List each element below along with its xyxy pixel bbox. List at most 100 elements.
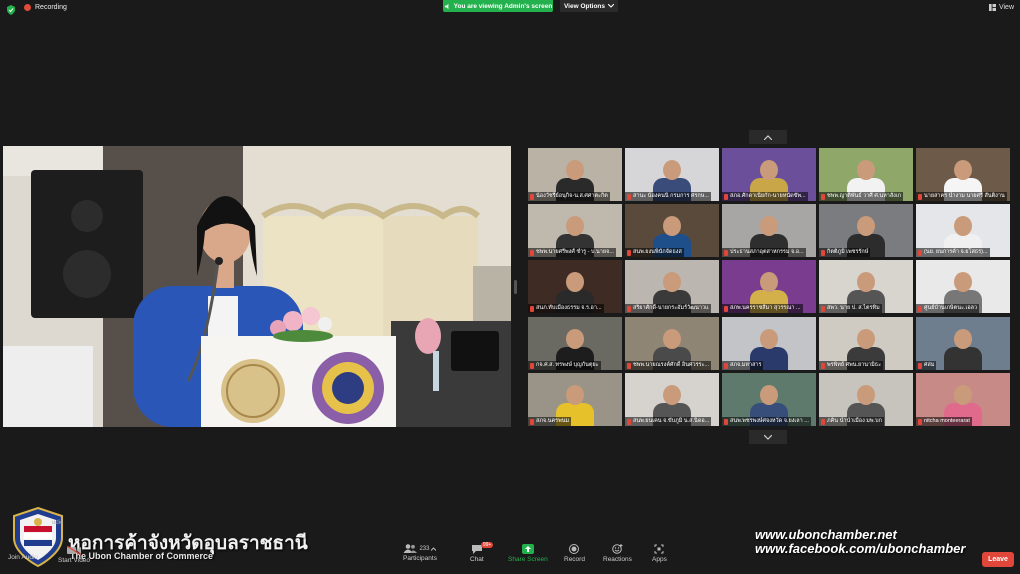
join-audio-button[interactable]: Join Audio bbox=[8, 554, 38, 561]
participant-face bbox=[663, 272, 681, 292]
participant-name: สภจ.นครพนม bbox=[528, 417, 572, 426]
participant-name-label: (นย. ยนการค้า จ.ยโสธร)... bbox=[924, 249, 988, 255]
participant-name: ชพพ.ญาติพันธ์ วาศี ศ.นหาสังเก bbox=[819, 192, 904, 201]
muted-mic-icon bbox=[821, 418, 825, 425]
participant-face bbox=[566, 216, 584, 236]
muted-mic-icon bbox=[530, 362, 534, 369]
participant-body bbox=[944, 347, 982, 370]
participant-tile[interactable]: สนภ.ทับเมืองธรรม จ.ร.อา... bbox=[528, 260, 622, 313]
participant-tile[interactable]: สภจ.นครพนม bbox=[528, 373, 622, 426]
muted-mic-icon bbox=[627, 193, 631, 200]
record-button[interactable]: Record bbox=[564, 544, 585, 563]
participant-face bbox=[760, 329, 778, 349]
participant-tile[interactable]: กจ.ศ.ส. ทรพงษ์ บุญกันตุยะ bbox=[528, 317, 622, 370]
leave-button[interactable]: Leave bbox=[982, 552, 1014, 567]
chevron-up-icon[interactable] bbox=[431, 546, 437, 551]
participant-name-label: ภคิน นำนำเมือง มพ.บก bbox=[827, 418, 882, 424]
security-shield-icon[interactable] bbox=[6, 5, 16, 15]
viewing-banner-label: You are viewing Admin's screen bbox=[453, 2, 553, 10]
participant-tile[interactable]: กิตติภูมิ เพชรรักษ์ bbox=[819, 204, 913, 257]
participant-tile[interactable]: พรพิทย์ ศพน.ยานามิธะ bbox=[819, 317, 913, 370]
participant-tile[interactable]: ศูนย์บ้านเกษิตนะ.เอลว bbox=[916, 260, 1010, 313]
view-options-button[interactable]: View Options bbox=[560, 0, 618, 12]
participant-face bbox=[760, 385, 778, 405]
participant-tile[interactable]: สภพ.นครราชสีมา สุวรรณา ... bbox=[722, 260, 816, 313]
muted-mic-icon bbox=[918, 249, 922, 256]
active-speaker-video[interactable] bbox=[3, 146, 511, 427]
participant-tile[interactable]: (นย. ยนการค้า จ.ยโสธร)... bbox=[916, 204, 1010, 257]
participant-face bbox=[566, 160, 584, 180]
participant-tile[interactable]: สภจ.มหาสาร bbox=[722, 317, 816, 370]
chat-unread-badge: 99+ bbox=[480, 542, 494, 548]
participant-face bbox=[954, 272, 972, 292]
muted-mic-icon bbox=[724, 362, 728, 369]
participant-gallery: น้องวัชรีย์อนุกิจ-น.ส.ศศาตะกิต สานะ น้องค… bbox=[528, 148, 1010, 426]
participant-face bbox=[566, 385, 584, 405]
participant-tile[interactable]: nitcha monteerarat bbox=[916, 373, 1010, 426]
muted-mic-icon bbox=[918, 362, 922, 369]
share-screen-icon bbox=[521, 544, 534, 554]
participant-name-label: สริยาศักดิ์-นายกระอัมร์วัฒนาวแ bbox=[633, 305, 709, 311]
participant-tile[interactable]: ชพพ.นายศรีพงศ์ ชำรู - บ.นายจ... bbox=[528, 204, 622, 257]
participant-tile[interactable]: นายสาคร นำงาม นายศรี สันติงาน bbox=[916, 148, 1010, 201]
participant-tile[interactable]: ชพพ.ญาติพันธ์ วาศี ศ.นหาสังเก bbox=[819, 148, 913, 201]
view-button[interactable]: View bbox=[988, 4, 1014, 11]
participant-tile[interactable]: ชพพ.นายณรงค์ศักดิ์ อินศวรระ... bbox=[625, 317, 719, 370]
participant-name: สนภ.ทับเมืองธรรม จ.ร.อา... bbox=[528, 304, 604, 313]
reactions-button[interactable]: Reactions bbox=[603, 544, 632, 563]
participant-tile[interactable]: ศสม bbox=[916, 317, 1010, 370]
gallery-prev-button[interactable] bbox=[749, 130, 787, 144]
participant-name: ชพพ.นายณรงค์ศักดิ์ อินศวรระ... bbox=[625, 361, 712, 370]
participant-tile[interactable]: สนพ.ยนเคน จ.ขับภูมิ น.ส.นิดอ... bbox=[625, 373, 719, 426]
reactions-label: Reactions bbox=[603, 556, 632, 563]
participant-name: สานะ น้องคนนิ กรมการ ศรกษ... bbox=[625, 192, 711, 201]
panel-resize-handle[interactable] bbox=[514, 280, 517, 294]
participant-name: พรพิทย์ ศพน.ยานามิธะ bbox=[819, 361, 884, 370]
muted-mic-icon bbox=[530, 418, 534, 425]
participant-tile[interactable]: ประธานสภาอุตสาหกรรม จ.อ... bbox=[722, 204, 816, 257]
recording-label: Recording bbox=[35, 4, 67, 11]
participants-button[interactable]: 233 Participants bbox=[403, 544, 437, 562]
participant-face bbox=[954, 385, 972, 405]
participants-label: Participants bbox=[403, 555, 437, 562]
recording-indicator[interactable]: Recording bbox=[24, 4, 67, 11]
participant-tile[interactable]: ภคิน นำนำเมือง มพ.บก bbox=[819, 373, 913, 426]
participant-face bbox=[857, 329, 875, 349]
start-video-button[interactable]: Start Video bbox=[58, 546, 90, 564]
participant-face bbox=[857, 272, 875, 292]
recording-dot-icon bbox=[24, 4, 31, 11]
share-screen-button[interactable]: Share Screen bbox=[508, 544, 548, 563]
start-video-label: Start Video bbox=[58, 557, 91, 564]
speaker-icon bbox=[444, 3, 449, 9]
muted-mic-icon bbox=[724, 249, 728, 256]
participant-tile[interactable]: สพว. นาย ป. ส.ไตรทิม bbox=[819, 260, 913, 313]
participant-name-label: น้องวัชรีย์อนุกิจ-น.ส.ศศาตะกิต bbox=[536, 193, 608, 199]
participant-name: สนพ.ยนเคน จ.ขับภูมิ น.ส.นิดอ... bbox=[625, 417, 712, 426]
meeting-toolbar: Join Audio Start Video 233 Participants … bbox=[0, 540, 1020, 574]
participant-face bbox=[857, 160, 875, 180]
participant-name-label: สภพ.นครราชสีมา สุวรรณา ... bbox=[730, 305, 801, 311]
participant-tile[interactable]: น้องวัชรีย์อนุกิจ-น.ส.ศศาตะกิต bbox=[528, 148, 622, 201]
participant-tile[interactable]: สริยาศักดิ์-นายกระอัมร์วัฒนาวแ bbox=[625, 260, 719, 313]
participant-face bbox=[954, 329, 972, 349]
speaker-scene bbox=[3, 146, 511, 427]
muted-mic-icon bbox=[530, 249, 534, 256]
participant-tile[interactable]: สานะ น้องคนนิ กรมการ ศรกษ... bbox=[625, 148, 719, 201]
participant-tile[interactable]: สภอ.ศักดาเนียกัก-นายหนัดขัพ... bbox=[722, 148, 816, 201]
muted-mic-icon bbox=[918, 418, 922, 425]
gallery-next-button[interactable] bbox=[749, 430, 787, 444]
chat-button[interactable]: 99+ Chat bbox=[470, 542, 494, 563]
record-icon bbox=[569, 544, 580, 554]
video-camera-icon bbox=[67, 546, 82, 555]
chevron-down-icon bbox=[608, 4, 615, 8]
participants-icon bbox=[403, 544, 418, 553]
muted-mic-icon bbox=[918, 193, 922, 200]
muted-mic-icon bbox=[627, 362, 631, 369]
participant-tile[interactable]: สนพ.พชรพงษ์ศจงหวัด จ.ยงเลา ... bbox=[722, 373, 816, 426]
muted-mic-icon bbox=[530, 193, 534, 200]
apps-button[interactable]: Apps bbox=[652, 544, 667, 563]
participant-tile[interactable]: สนพ.ยงนพินักจัดธงส bbox=[625, 204, 719, 257]
muted-mic-icon bbox=[627, 249, 631, 256]
participant-name-label: ประธานสภาอุตสาหกรรม จ.อ... bbox=[730, 249, 804, 255]
participant-name-label: สนพ.ยนเคน จ.ขับภูมิ น.ส.นิดอ... bbox=[633, 418, 710, 424]
